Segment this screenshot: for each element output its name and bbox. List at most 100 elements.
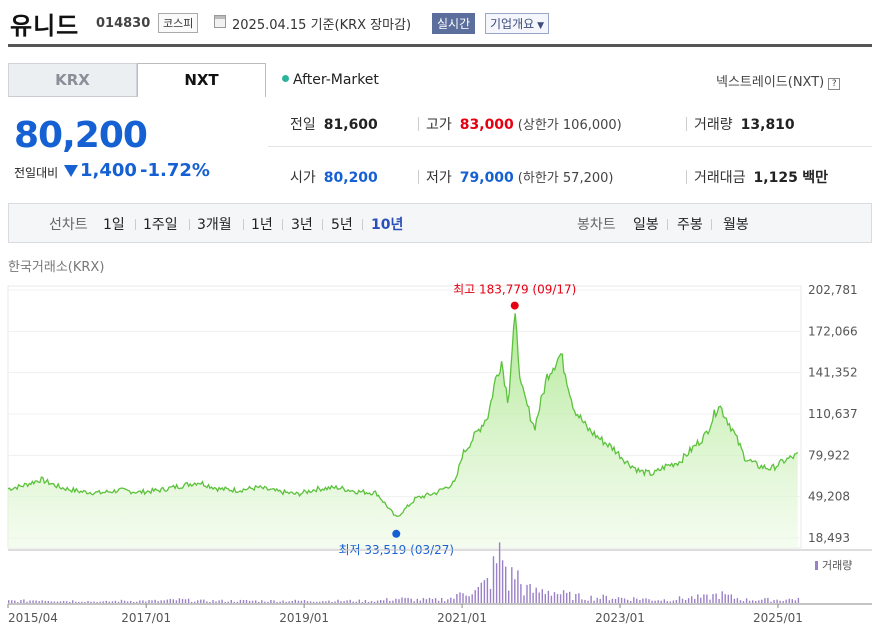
- volume-bar: [123, 600, 126, 603]
- volume-bar: [639, 600, 641, 603]
- volume-bar: [672, 600, 675, 603]
- volume-bar: [581, 599, 583, 603]
- volume-bar: [96, 602, 98, 603]
- volume-bar: [706, 594, 708, 603]
- volume-bar: [715, 593, 717, 603]
- stat-prev: 전일 81,600: [290, 117, 378, 133]
- volume-bar: [133, 602, 135, 603]
- volume-bar: [84, 602, 86, 603]
- x-tick-label: 2025/01: [753, 611, 803, 625]
- volume-bar: [691, 596, 693, 603]
- volume-bar: [383, 600, 385, 603]
- volume-bar: [90, 601, 92, 603]
- volume-bar: [730, 594, 732, 603]
- volume-bar: [157, 601, 159, 603]
- volume-bar: [32, 600, 34, 603]
- volume-bar: [694, 599, 696, 603]
- volume-bar: [346, 600, 348, 603]
- period-1y[interactable]: 1년: [251, 214, 273, 234]
- volume-bar: [794, 600, 797, 603]
- volume-bar: [779, 600, 781, 603]
- volume-bar: [684, 600, 687, 603]
- volume-bar: [218, 600, 220, 603]
- tab-nxt[interactable]: NXT: [137, 63, 266, 97]
- volume-bar: [584, 599, 586, 603]
- volume-bar: [520, 584, 522, 603]
- volume-bar: [526, 584, 528, 603]
- volume-bar: [102, 601, 104, 603]
- volume-bar: [501, 560, 504, 603]
- volume-bar: [569, 591, 571, 603]
- volume-bar: [288, 601, 290, 603]
- period-5y[interactable]: 5년: [331, 214, 353, 234]
- volume-bar: [456, 594, 458, 603]
- period-1w[interactable]: 1주일: [143, 214, 178, 234]
- volume-bar: [248, 600, 251, 603]
- tab-krx[interactable]: KRX: [8, 63, 137, 97]
- volume-bar: [660, 600, 662, 603]
- help-icon[interactable]: ?: [828, 78, 841, 90]
- volume-bar: [270, 600, 272, 603]
- volume-bar: [236, 601, 239, 603]
- volume-bar: [791, 599, 793, 603]
- volume-bar: [154, 599, 156, 603]
- volume-bar: [739, 600, 742, 603]
- period-10y[interactable]: 10년: [371, 214, 403, 234]
- volume-bar: [312, 601, 315, 603]
- volume-bar: [309, 601, 312, 603]
- volume-bar: [386, 598, 388, 603]
- volume-bar: [587, 600, 589, 603]
- volume-bar: [767, 597, 769, 603]
- volume-bar: [562, 590, 565, 603]
- volume-bar: [700, 597, 702, 603]
- volume-bar: [139, 600, 141, 603]
- volume-bar: [605, 595, 607, 603]
- volume-bar: [508, 590, 510, 603]
- high-annotation: 최고 183,779 (09/17): [453, 283, 576, 297]
- candle-daily[interactable]: 일봉: [633, 214, 659, 234]
- volume-bar: [416, 598, 418, 603]
- volume-bar: [465, 595, 467, 603]
- nextrade-link[interactable]: 넥스트레이드(NXT)?: [716, 71, 841, 90]
- volume-bar: [395, 598, 397, 603]
- volume-bar: [352, 601, 354, 603]
- volume-bar: [727, 594, 729, 603]
- volume-bar: [376, 600, 379, 603]
- volume-bar: [468, 596, 470, 603]
- period-3m[interactable]: 3개월: [197, 214, 232, 234]
- volume-bar: [282, 600, 284, 603]
- volume-bar: [245, 600, 248, 603]
- volume-bar: [148, 600, 150, 603]
- volume-bar: [53, 601, 56, 603]
- volume-bar: [450, 597, 452, 603]
- x-tick-label: 2021/01: [437, 611, 487, 625]
- volume-bar: [471, 594, 473, 603]
- volume-bar: [593, 600, 595, 603]
- volume-bar: [544, 594, 546, 603]
- volume-bar: [712, 594, 714, 603]
- x-tick-label: 2017/01: [121, 611, 171, 625]
- volume-bar: [678, 596, 681, 603]
- volume-bar: [130, 600, 132, 603]
- exchange-tabs: KRX NXT: [8, 63, 267, 97]
- volume-bar: [319, 601, 321, 603]
- volume-bar: [447, 599, 449, 603]
- volume-bar: [361, 601, 364, 603]
- volume-bar: [227, 601, 229, 603]
- volume-bar: [648, 599, 650, 603]
- volume-legend-swatch: [815, 561, 818, 570]
- price-chart[interactable]: 202,781 172,066 141,352 110,637 79,922 49,208…: [0, 282, 872, 642]
- volume-bar: [99, 601, 101, 603]
- candle-monthly[interactable]: 월봉: [723, 214, 749, 234]
- volume-bar: [44, 600, 46, 603]
- volume-bar: [337, 599, 339, 603]
- volume-bar: [69, 601, 71, 603]
- volume-bar: [489, 588, 492, 603]
- company-info-button[interactable]: 기업개요 ▼: [485, 13, 550, 34]
- period-3y[interactable]: 3년: [291, 214, 313, 234]
- candle-weekly[interactable]: 주봉: [677, 214, 703, 234]
- realtime-button[interactable]: 실시간: [432, 13, 476, 34]
- period-1d[interactable]: 1일: [103, 214, 125, 234]
- volume-bar: [136, 601, 138, 603]
- volume-bar: [630, 601, 632, 603]
